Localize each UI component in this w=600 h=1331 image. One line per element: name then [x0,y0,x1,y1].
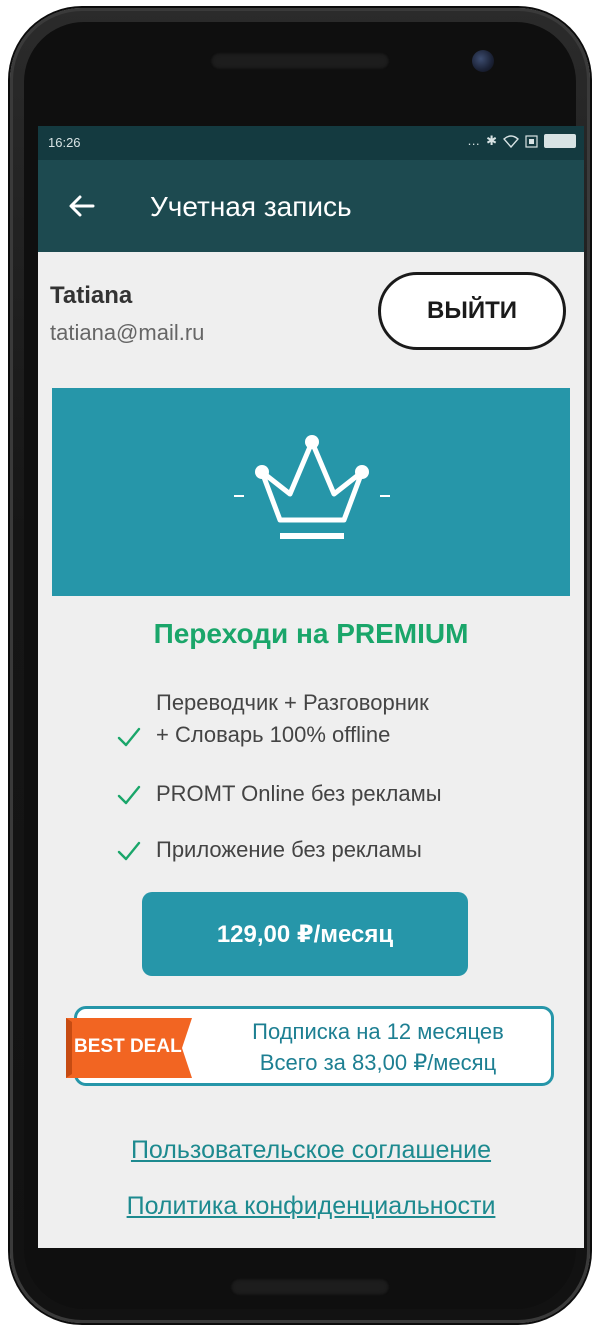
privacy-link[interactable]: Политика конфиденциальности [38,1192,584,1221]
more-icon: … [467,133,481,148]
feature-app-no-ads: Приложение без рекламы [156,837,422,862]
check-icon [117,727,141,747]
bottom-speaker [230,1278,390,1296]
crown-icon [234,435,390,539]
user-name: Tatiana [50,282,133,309]
feature-offline-line1: Переводчик + Разговорник [156,690,429,715]
status-icons: … ✱ [467,134,576,148]
best-deal-label: BEST DEAL [74,1036,182,1057]
deal-price: Всего за 83,00 ₽/месяц [259,1050,497,1075]
premium-banner [52,388,570,596]
monthly-subscribe-button[interactable]: 129,00 ₽/месяц [142,892,468,976]
arrow-left-icon[interactable] [66,190,98,222]
terms-link[interactable]: Пользовательское соглашение [38,1136,584,1165]
premium-title: Переходи на PREMIUM [153,618,469,649]
status-time: 16:26 [48,135,81,150]
sim-icon [525,134,538,148]
feature-online-no-ads: PROMT Online без рекламы [156,781,442,806]
bluetooth-icon: ✱ [486,133,497,148]
user-email: tatiana@mail.ru [50,320,205,345]
page-title: Учетная запись [150,191,352,222]
logout-button[interactable]: ВЫЙТИ [378,272,566,350]
wifi-icon [503,134,519,148]
feature-offline-line2: + Словарь 100% offline [156,722,391,747]
check-icon [117,841,141,861]
screen: 16:26 … ✱ Учетная запись Tatiana tatiana… [38,126,584,1248]
deal-title: Подписка на 12 месяцев [252,1019,504,1044]
status-bar: 16:26 … ✱ [38,126,584,160]
battery-icon [544,134,576,148]
check-icon [117,785,141,805]
front-camera [472,50,494,72]
earpiece-speaker [210,52,390,70]
app-bar: Учетная запись [38,160,584,252]
